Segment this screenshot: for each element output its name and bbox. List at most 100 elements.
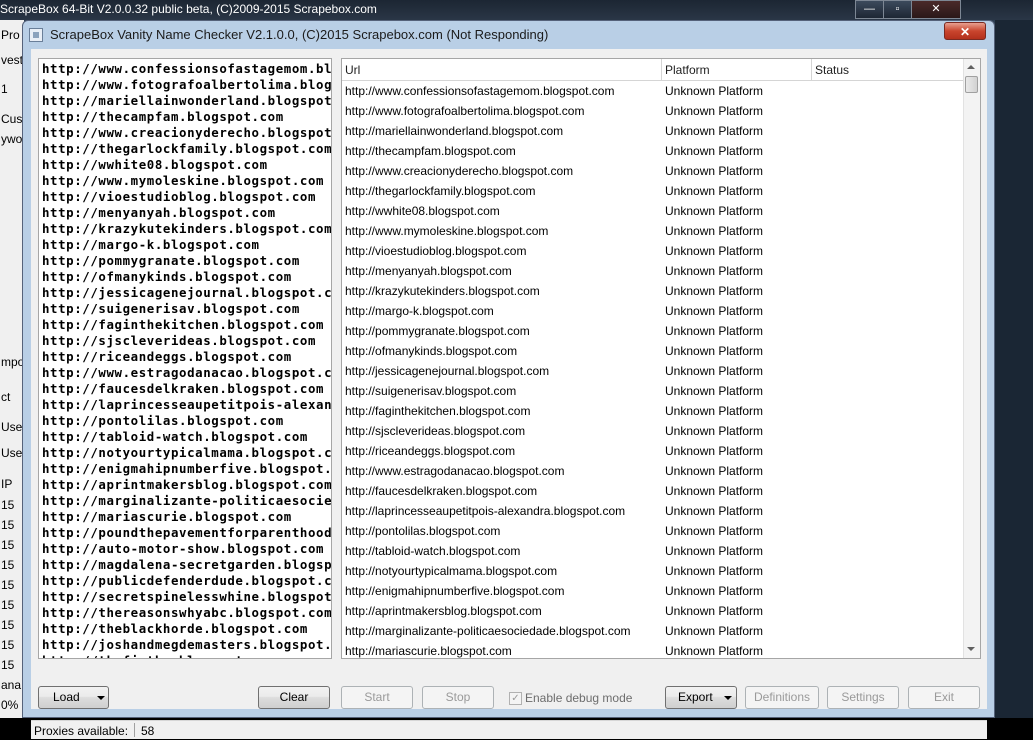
- url-textarea-line: http://faginthekitchen.blogspot.com: [42, 317, 325, 332]
- url-textarea-line: http://publicdefenderdude.blogspot.com: [42, 573, 332, 588]
- table-row[interactable]: http://faucesdelkraken.blogspot.com Unkno…: [342, 481, 963, 501]
- table-row[interactable]: http://mariellainwonderland.blogspot.com…: [342, 121, 963, 141]
- row-url-cell: http://pommygranate.blogspot.com: [345, 324, 530, 338]
- table-row[interactable]: http://www.mymoleskine.blogspot.com Unkno…: [342, 221, 963, 241]
- table-row[interactable]: http://menyanyah.blogspot.com Unknown Pla…: [342, 261, 963, 281]
- url-textarea-line: http://margo-k.blogspot.com: [42, 237, 260, 252]
- url-textarea-line: http://wwhite08.blogspot.com: [42, 157, 268, 172]
- table-row[interactable]: http://thecampfam.blogspot.com Unknown Pl…: [342, 141, 963, 161]
- stop-button[interactable]: Stop: [422, 686, 494, 709]
- url-textarea-line: http://ofmanykinds.blogspot.com: [42, 269, 292, 284]
- url-textarea-line: http://joshandmegdemasters.blogspot.com: [42, 637, 332, 652]
- clear-button[interactable]: Clear: [258, 686, 330, 709]
- row-url-cell: http://krazykutekinders.blogspot.com: [345, 284, 540, 298]
- table-row[interactable]: http://riceandeggs.blogspot.com Unknown P…: [342, 441, 963, 461]
- row-status-cell: [812, 421, 966, 441]
- dialog-title: ScrapeBox Vanity Name Checker V2.1.0.0, …: [50, 27, 549, 42]
- row-platform-cell: Unknown Platform: [665, 124, 764, 138]
- table-row[interactable]: http://sjscleverideas.blogspot.com Unknow…: [342, 421, 963, 441]
- row-status-cell: [812, 261, 966, 281]
- bg-fragment: 15: [1, 558, 15, 572]
- row-status-cell: [812, 561, 966, 581]
- table-row[interactable]: http://ofmanykinds.blogspot.com Unknown P…: [342, 341, 963, 361]
- table-row[interactable]: http://margo-k.blogspot.com Unknown Platf…: [342, 301, 963, 321]
- settings-button[interactable]: Settings: [827, 686, 899, 709]
- row-status-cell: [812, 201, 966, 221]
- url-textarea-line: http://thecampfam.blogspot.com: [42, 109, 284, 124]
- table-row[interactable]: http://notyourtypicalmama.blogspot.com Un…: [342, 561, 963, 581]
- row-platform-cell: Unknown Platform: [665, 384, 764, 398]
- start-button[interactable]: Start: [341, 686, 413, 709]
- background-minimize-button[interactable]: —: [855, 0, 884, 19]
- row-url-cell: http://riceandeggs.blogspot.com: [345, 444, 516, 458]
- dialog-titlebar[interactable]: ScrapeBox Vanity Name Checker V2.1.0.0, …: [23, 21, 994, 49]
- url-input-textarea[interactable]: http://www.confessionsofastagemom.blogsp…: [38, 58, 332, 659]
- table-row[interactable]: http://mariascurie.blogspot.com Unknown P…: [342, 641, 966, 658]
- table-row[interactable]: http://tabloid-watch.blogspot.com Unknown…: [342, 541, 963, 561]
- exit-button[interactable]: Exit: [908, 686, 980, 709]
- row-status-cell: [812, 81, 966, 101]
- table-row[interactable]: http://www.estragodanacao.blogspot.com Un…: [342, 461, 963, 481]
- table-row[interactable]: http://www.fotografoalbertolima.blogspot…: [342, 101, 963, 121]
- scrollbar-thumb[interactable]: [965, 76, 978, 93]
- definitions-button[interactable]: Definitions: [745, 686, 819, 709]
- table-row[interactable]: http://laprincesseaupetitpois-alexandra.…: [342, 501, 963, 521]
- url-textarea-line: http://sjscleverideas.blogspot.com: [42, 333, 317, 348]
- row-platform-cell: Unknown Platform: [665, 164, 764, 178]
- row-status-cell: [812, 641, 966, 658]
- scroll-up-arrow-icon[interactable]: [967, 65, 975, 69]
- row-platform-cell: Unknown Platform: [665, 504, 764, 518]
- row-platform-cell: Unknown Platform: [665, 584, 764, 598]
- row-platform-cell: Unknown Platform: [665, 404, 764, 418]
- load-button[interactable]: Load: [38, 686, 109, 709]
- row-platform-cell: Unknown Platform: [665, 424, 764, 438]
- bg-fragment: Use: [1, 446, 23, 460]
- table-row[interactable]: http://aprintmakersblog.blogspot.com Unkn…: [342, 601, 963, 621]
- column-header-platform[interactable]: Platform: [662, 59, 812, 80]
- list-vertical-scrollbar[interactable]: [963, 59, 980, 658]
- background-close-button[interactable]: ✕: [911, 0, 961, 19]
- row-url-cell: http://www.mymoleskine.blogspot.com: [345, 224, 549, 238]
- row-status-cell: [812, 341, 966, 361]
- table-row[interactable]: http://pontolilas.blogspot.com Unknown Pl…: [342, 521, 963, 541]
- app-icon: [29, 28, 43, 42]
- bg-fragment: 0%: [1, 698, 19, 712]
- scroll-down-arrow-icon[interactable]: [967, 647, 975, 651]
- table-row[interactable]: http://enigmahipnumberfive.blogspot.com U…: [342, 581, 963, 601]
- bg-fragment: 15: [1, 578, 15, 592]
- background-maximize-button[interactable]: ▫: [883, 0, 912, 19]
- row-status-cell: [812, 141, 966, 161]
- table-row[interactable]: http://www.creacionyderecho.blogspot.com…: [342, 161, 963, 181]
- table-row[interactable]: http://krazykutekinders.blogspot.com Unkn…: [342, 281, 963, 301]
- export-button[interactable]: Export: [665, 686, 737, 709]
- table-row[interactable]: http://wwhite08.blogspot.com Unknown Plat…: [342, 201, 963, 221]
- row-url-cell: http://tabloid-watch.blogspot.com: [345, 544, 521, 558]
- export-button-label: Export: [678, 690, 713, 704]
- table-row[interactable]: http://marginalizante-politicaesociedade…: [342, 621, 963, 641]
- table-row[interactable]: http://faginthekitchen.blogspot.com Unkno…: [342, 401, 963, 421]
- url-textarea-line: http://laprincesseaupetitpois-alexandra.…: [42, 397, 332, 412]
- row-status-cell: [812, 601, 966, 621]
- row-url-cell: http://wwhite08.blogspot.com: [345, 204, 500, 218]
- dialog-close-button[interactable]: ✕: [944, 22, 986, 40]
- chevron-down-icon: [97, 696, 105, 700]
- row-url-cell: http://thegarlockfamily.blogspot.com: [345, 184, 536, 198]
- column-header-url[interactable]: Url: [342, 59, 662, 80]
- row-status-cell: [812, 621, 966, 641]
- url-textarea-line: http://mariellainwonderland.blogspot.com: [42, 93, 332, 108]
- row-status-cell: [812, 281, 966, 301]
- results-list-view[interactable]: Url Platform Status http://www.confessio…: [341, 58, 981, 659]
- table-row[interactable]: http://suigenerisav.blogspot.com Unknown …: [342, 381, 963, 401]
- column-header-status[interactable]: Status: [812, 59, 963, 80]
- table-row[interactable]: http://vioestudioblog.blogspot.com Unknow…: [342, 241, 963, 261]
- table-row[interactable]: http://thegarlockfamily.blogspot.com Unkn…: [342, 181, 963, 201]
- table-row[interactable]: http://pommygranate.blogspot.com Unknown …: [342, 321, 963, 341]
- bg-fragment: 15: [1, 618, 15, 632]
- url-textarea-line: http://menyanyah.blogspot.com: [42, 205, 276, 220]
- table-row[interactable]: http://www.confessionsofastagemom.blogsp…: [342, 81, 963, 101]
- debug-mode-checkbox[interactable]: ✓: [509, 692, 522, 705]
- row-url-cell: http://menyanyah.blogspot.com: [345, 264, 512, 278]
- url-textarea-line: http://mariascurie.blogspot.com: [42, 509, 292, 524]
- url-textarea-line: http://thefjuthe.blogspot.com: [42, 653, 276, 658]
- table-row[interactable]: http://jessicagenejournal.blogspot.com Un…: [342, 361, 963, 381]
